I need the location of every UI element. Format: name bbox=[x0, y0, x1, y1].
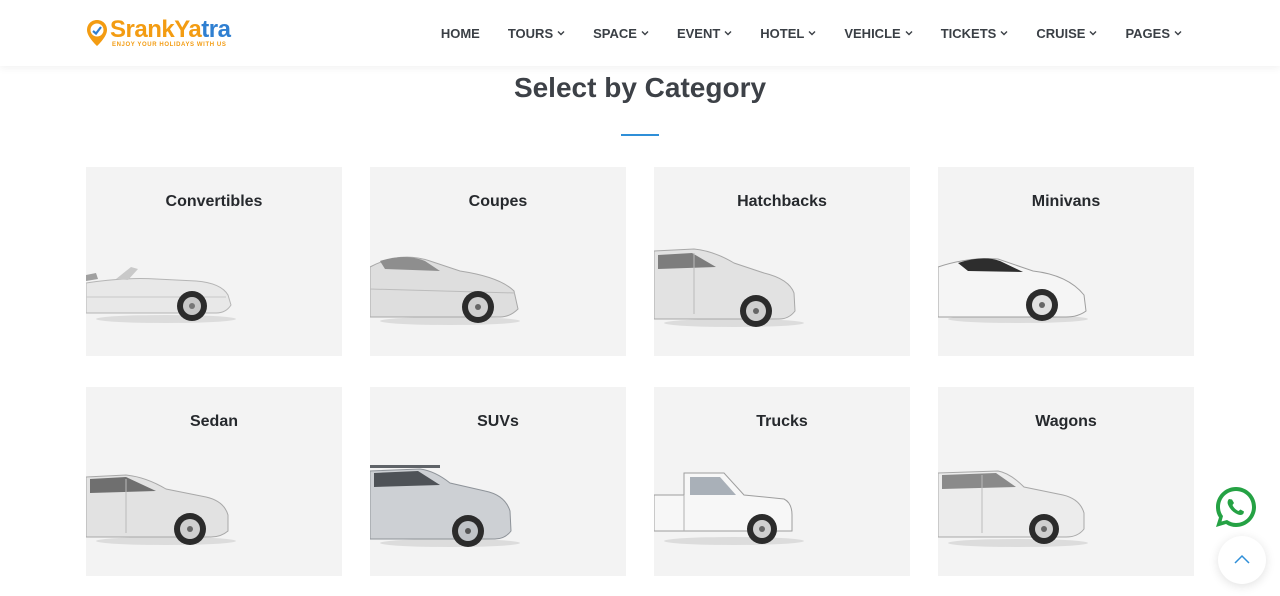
chevron-up-icon bbox=[1234, 554, 1250, 564]
chevron-down-icon bbox=[1089, 29, 1097, 37]
nav-tours[interactable]: TOURS bbox=[508, 26, 565, 41]
suv-car-icon bbox=[370, 465, 520, 547]
nav-cruise[interactable]: CRUISE bbox=[1036, 26, 1097, 41]
nav-tickets[interactable]: TICKETS bbox=[941, 26, 1009, 41]
site-logo[interactable]: SrankYatra ENJOY YOUR HOLIDAYS WITH US bbox=[86, 17, 256, 53]
category-label: Sedan bbox=[189, 413, 238, 430]
whatsapp-button[interactable] bbox=[1213, 484, 1259, 530]
category-card-minivans[interactable]: Minivans bbox=[938, 167, 1194, 356]
category-label: Coupes bbox=[468, 193, 528, 210]
chevron-down-icon bbox=[1000, 29, 1008, 37]
category-grid: Convertibles Coupes Hatchbacks Minivans … bbox=[86, 167, 1195, 577]
nav-hotel[interactable]: HOTEL bbox=[760, 26, 816, 41]
logo-text: SrankYatra bbox=[110, 16, 231, 43]
category-label: Minivans bbox=[1031, 193, 1101, 210]
chevron-down-icon bbox=[557, 29, 565, 37]
category-label: Trucks bbox=[756, 413, 808, 430]
pickup-truck-icon bbox=[654, 472, 804, 545]
category-card-wagons[interactable]: Wagons bbox=[938, 387, 1194, 576]
main-nav: HOME TOURS SPACE EVENT HOTEL VEHICLE TIC… bbox=[413, 0, 1182, 66]
chevron-down-icon bbox=[641, 29, 649, 37]
category-label: SUVs bbox=[477, 413, 519, 430]
nav-home[interactable]: HOME bbox=[441, 26, 480, 41]
nav-pages[interactable]: PAGES bbox=[1125, 26, 1182, 41]
coupe-car-icon bbox=[370, 256, 520, 325]
section-title: Select by Category bbox=[513, 72, 767, 103]
category-label: Hatchbacks bbox=[737, 193, 827, 210]
site-header: SrankYatra ENJOY YOUR HOLIDAYS WITH US H… bbox=[0, 0, 1280, 66]
nav-vehicle[interactable]: VEHICLE bbox=[844, 26, 913, 41]
chevron-down-icon bbox=[1174, 29, 1182, 37]
category-card-hatchbacks[interactable]: Hatchbacks bbox=[654, 167, 910, 356]
scroll-to-top-button[interactable] bbox=[1218, 536, 1266, 584]
category-card-suvs[interactable]: SUVs bbox=[370, 387, 626, 576]
whatsapp-icon bbox=[1216, 487, 1256, 527]
hatchback-car-icon bbox=[654, 248, 804, 327]
logo-tagline: ENJOY YOUR HOLIDAYS WITH US bbox=[112, 42, 227, 48]
location-pin-icon bbox=[87, 20, 107, 46]
title-divider bbox=[621, 134, 659, 136]
chevron-down-icon bbox=[724, 29, 732, 37]
nav-space[interactable]: SPACE bbox=[593, 26, 649, 41]
nav-event[interactable]: EVENT bbox=[677, 26, 732, 41]
category-card-coupes[interactable]: Coupes bbox=[370, 167, 626, 356]
category-card-sedan[interactable]: Sedan bbox=[86, 387, 342, 576]
wagon-car-icon bbox=[938, 470, 1088, 547]
category-label: Wagons bbox=[1035, 413, 1097, 430]
category-label: Convertibles bbox=[165, 193, 263, 210]
category-card-trucks[interactable]: Trucks bbox=[654, 387, 910, 576]
chevron-down-icon bbox=[905, 29, 913, 37]
convertible-car-icon bbox=[86, 267, 236, 323]
category-card-convertibles[interactable]: Convertibles bbox=[86, 167, 342, 356]
sports-car-icon bbox=[938, 258, 1088, 323]
chevron-down-icon bbox=[808, 29, 816, 37]
sedan-car-icon bbox=[86, 474, 236, 545]
